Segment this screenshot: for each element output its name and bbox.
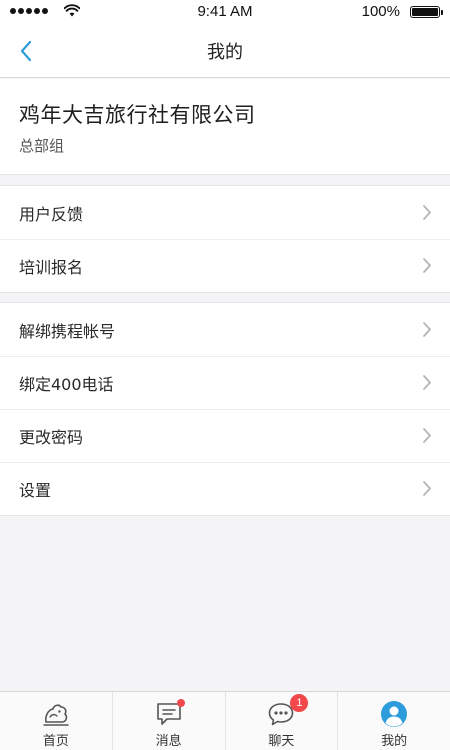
tab-messages[interactable]: 消息 [111, 692, 225, 750]
tab-label: 我的 [381, 734, 408, 749]
chevron-right-icon [423, 205, 431, 220]
tab-label: 消息 [155, 734, 182, 749]
chat-icon: 1 [266, 694, 309, 728]
company-card: 鸡年大吉旅行社有限公司 总部组 [0, 79, 450, 175]
chevron-right-icon [423, 481, 431, 496]
page-title: 我的 [207, 42, 243, 63]
menu-section-2: 解绑携程帐号 绑定400电话 更改密码 设置 [0, 302, 450, 516]
company-name: 鸡年大吉旅行社有限公司 [19, 103, 256, 127]
tab-chat[interactable]: 1 聊天 [224, 692, 338, 750]
menu-section-1: 用户反馈 培训报名 [0, 185, 450, 293]
menu-item-label: 解绑携程帐号 [19, 321, 116, 341]
tab-bar: 首页 消息 1 聊天 我的 [0, 691, 450, 750]
menu-item-change-password[interactable]: 更改密码 [0, 409, 450, 462]
menu-item-label: 设置 [19, 480, 52, 500]
notification-dot [176, 699, 185, 707]
tab-label: 聊天 [268, 734, 295, 749]
chevron-right-icon [423, 375, 431, 390]
menu-item-bind-400-phone[interactable]: 绑定400电话 [0, 356, 450, 409]
unread-count-badge: 1 [290, 694, 309, 712]
tab-home[interactable]: 首页 [0, 692, 112, 750]
nav-bar: 我的 [0, 24, 450, 78]
menu-item-label: 绑定400电话 [19, 374, 114, 394]
menu-item-feedback[interactable]: 用户反馈 [0, 186, 450, 239]
tab-label: 首页 [42, 734, 69, 749]
message-icon [154, 699, 185, 728]
chevron-right-icon [423, 322, 431, 337]
menu-item-label: 培训报名 [19, 257, 84, 277]
menu-item-label: 用户反馈 [19, 204, 84, 224]
menu-item-unbind-ctrip[interactable]: 解绑携程帐号 [0, 303, 450, 356]
profile-icon [379, 700, 409, 728]
tab-profile[interactable]: 我的 [337, 692, 450, 750]
chevron-right-icon [423, 428, 431, 443]
company-group: 总部组 [19, 137, 65, 155]
menu-item-settings[interactable]: 设置 [0, 462, 450, 515]
home-icon [41, 700, 71, 728]
battery-percent: 100% [361, 3, 400, 20]
menu-item-training[interactable]: 培训报名 [0, 239, 450, 292]
menu-item-label: 更改密码 [19, 427, 84, 447]
chevron-right-icon [423, 258, 431, 273]
battery-icon [410, 6, 443, 18]
status-bar: 9:41 AM 100% [0, 0, 450, 24]
